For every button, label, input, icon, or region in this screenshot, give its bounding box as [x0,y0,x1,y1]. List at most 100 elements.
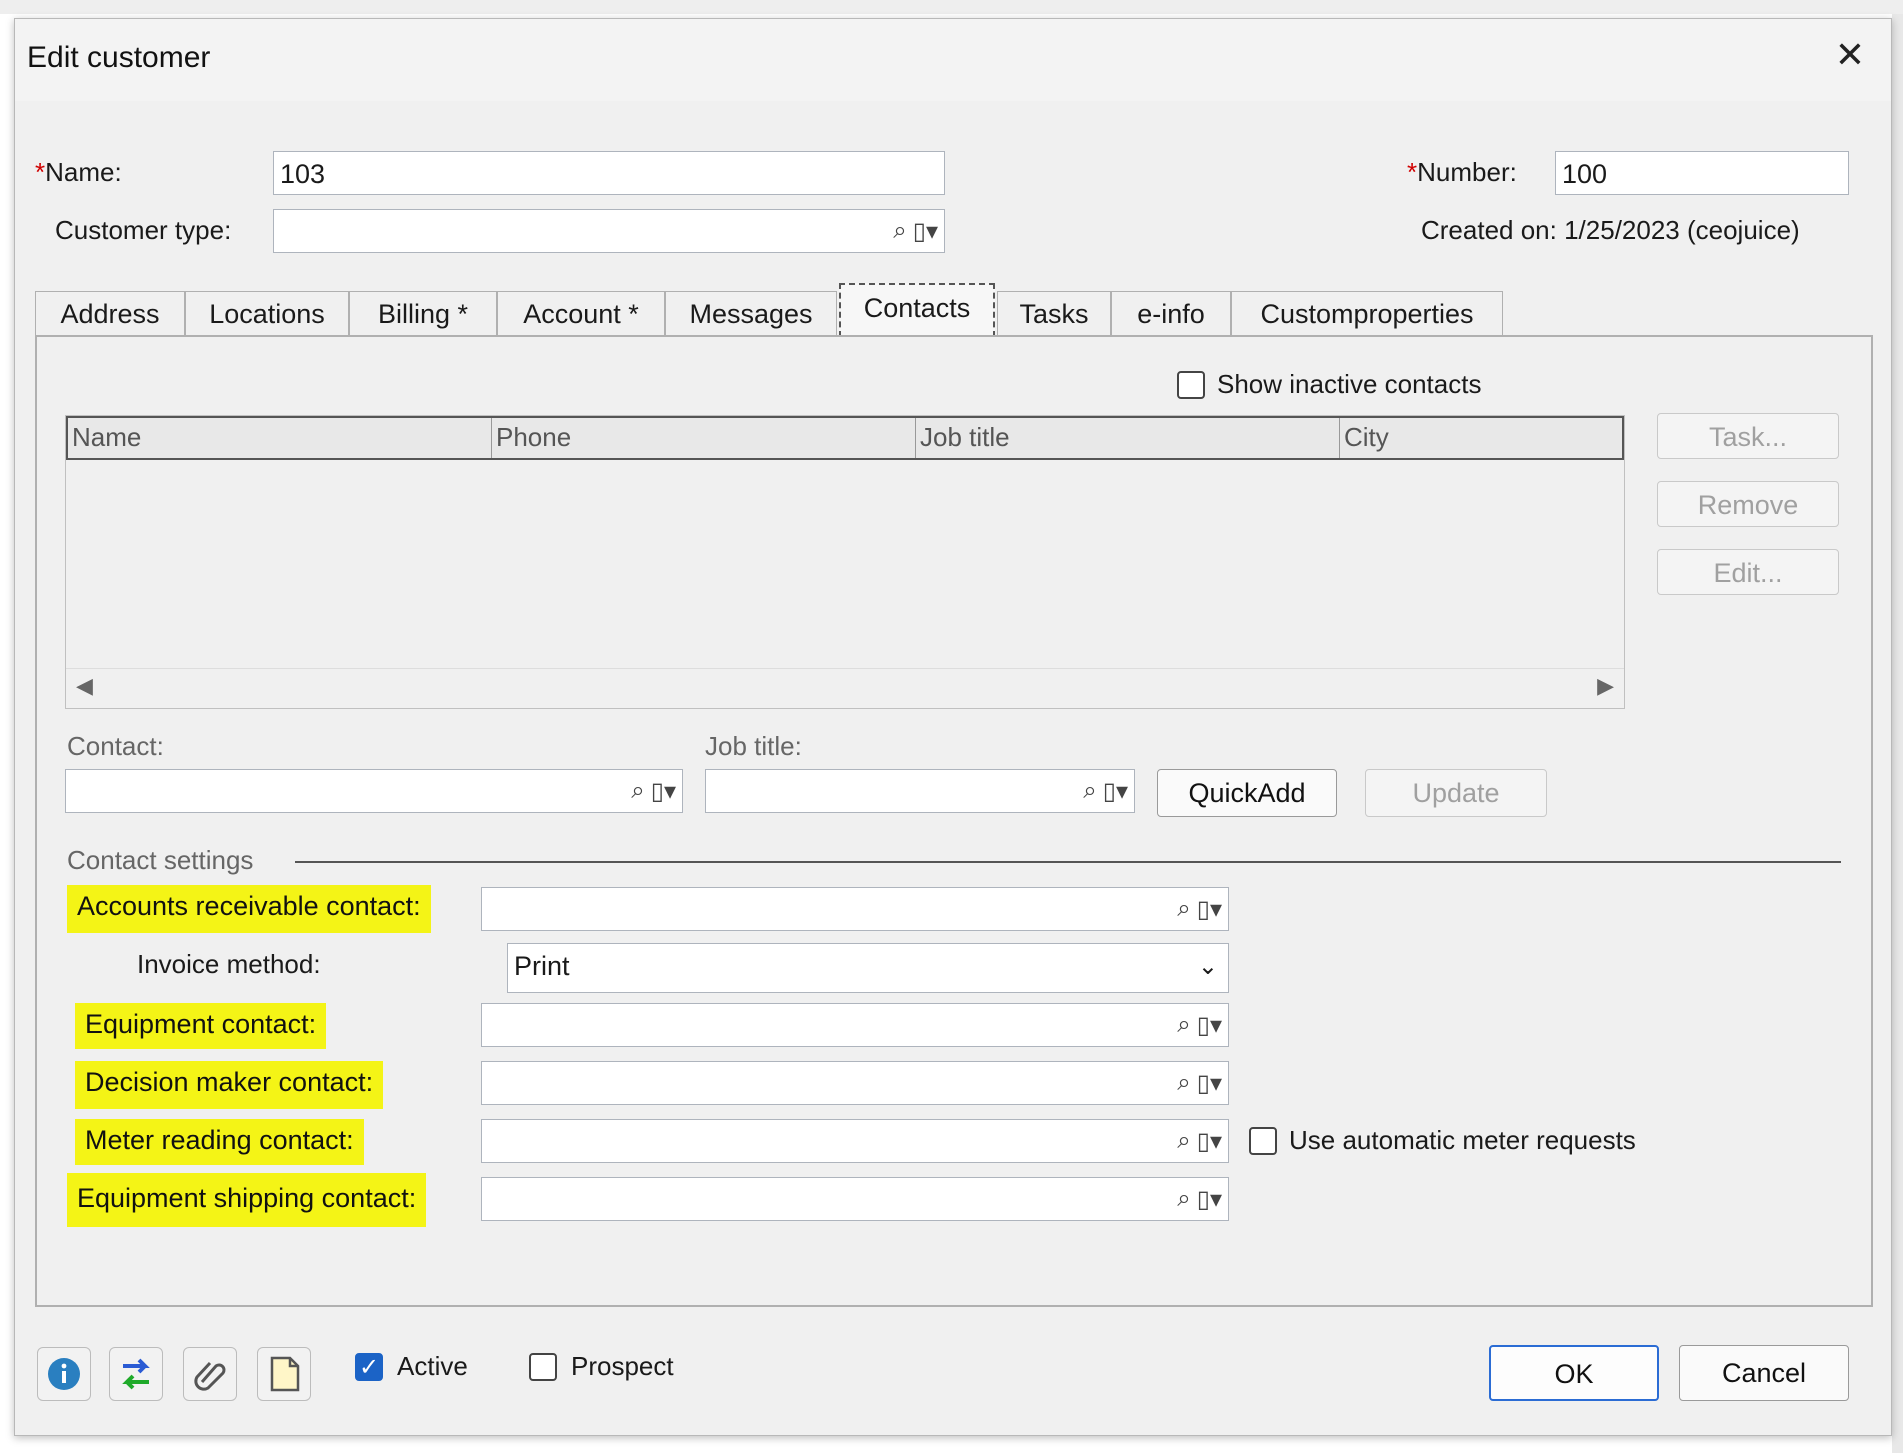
equipment-contact-actions: ⌕ ▯▾ [1177,1004,1222,1046]
info-icon [48,1358,80,1390]
equipment-contact-input[interactable]: ⌕ ▯▾ [481,1003,1229,1047]
cancel-button[interactable]: Cancel [1679,1345,1849,1401]
scroll-right-icon[interactable]: ▶ [1597,673,1614,699]
contact-lookup-icon[interactable]: ⌕ [1177,1069,1190,1097]
search-icon[interactable]: ⌕ [893,217,906,245]
contact-actions: ⌕ ▯▾ [631,770,676,812]
active-label: Active [397,1351,468,1381]
background-app [0,0,1903,14]
decision-maker-input[interactable]: ⌕ ▯▾ [481,1061,1229,1105]
transfer-button[interactable] [109,1347,163,1401]
search-icon[interactable]: ⌕ [631,777,644,805]
contacts-panel: Show inactive contacts Name Phone Job ti… [35,335,1873,1307]
number-input[interactable]: 100 [1555,151,1849,195]
info-button[interactable] [37,1347,91,1401]
name-label-text: Name: [45,157,122,187]
edit-customer-dialog: Edit customer ✕ *Name: 103 *Number: 100 … [14,18,1892,1436]
show-inactive-label: Show inactive contacts [1217,369,1482,399]
tab-customproperties[interactable]: Customproperties [1231,291,1503,335]
meter-reading-label: Meter reading contact: [75,1119,364,1165]
edit-button[interactable]: Edit... [1657,549,1839,595]
prospect-label: Prospect [571,1351,674,1381]
search-icon[interactable]: ⌕ [1083,777,1096,805]
equipment-contact-label: Equipment contact: [75,1003,327,1049]
task-button[interactable]: Task... [1657,413,1839,459]
close-icon[interactable]: ✕ [1835,37,1865,73]
active-checkbox[interactable]: ✓ [355,1353,383,1381]
quickadd-button[interactable]: QuickAdd [1157,769,1337,817]
contact-label: Contact: [67,731,164,761]
chevron-down-icon[interactable]: ⌄ [1198,952,1218,981]
invoice-method-select[interactable]: Print ⌄ [507,943,1229,993]
ok-button[interactable]: OK [1489,1345,1659,1401]
prospect-checkbox[interactable] [529,1353,557,1381]
job-title-input[interactable]: ⌕ ▯▾ [705,769,1135,813]
invoice-method-label: Invoice method: [137,949,321,979]
equipment-shipping-label: Equipment shipping contact: [67,1173,427,1227]
background-app-edge [1892,14,1903,1453]
horizontal-scrollbar[interactable]: ◀ ▶ [66,668,1624,708]
meter-reading-actions: ⌕ ▯▾ [1177,1120,1222,1162]
accounts-receivable-label: Accounts receivable contact: [67,885,431,933]
invoice-method-value: Print [514,951,570,981]
contact-settings-divider [295,861,1841,863]
dropdown-menu-icon[interactable]: ▯▾ [1197,895,1222,924]
number-label: *Number: [1407,157,1517,188]
created-on-text: Created on: 1/25/2023 (ceojuice) [1421,215,1800,245]
name-input[interactable]: 103 [273,151,945,195]
tab-tasks[interactable]: Tasks [997,291,1111,335]
tab-address[interactable]: Address [35,291,185,335]
number-label-text: Number: [1417,157,1517,187]
meter-reading-input[interactable]: ⌕ ▯▾ [481,1119,1229,1163]
dropdown-menu-icon[interactable]: ▯▾ [1103,777,1128,806]
column-header-job-title[interactable]: Job title [916,418,1340,458]
equipment-shipping-input[interactable]: ⌕ ▯▾ [481,1177,1229,1221]
number-required-mark: * [1407,157,1418,187]
job-title-label: Job title: [705,731,802,761]
grid-header: Name Phone Job title City [66,416,1624,460]
notes-button[interactable] [257,1347,311,1401]
contact-lookup-icon[interactable]: ⌕ [1177,1011,1190,1039]
dropdown-menu-icon[interactable]: ▯▾ [1197,1069,1222,1098]
dropdown-menu-icon[interactable]: ▯▾ [1197,1011,1222,1040]
tab-contacts[interactable]: Contacts [839,283,995,337]
contact-input[interactable]: ⌕ ▯▾ [65,769,683,813]
accounts-receivable-input[interactable]: ⌕ ▯▾ [481,887,1229,931]
dropdown-menu-icon[interactable]: ▯▾ [651,777,676,806]
remove-button[interactable]: Remove [1657,481,1839,527]
show-inactive-checkbox[interactable] [1177,371,1205,399]
tab-account[interactable]: Account * [497,291,665,335]
swap-arrows-icon [122,1358,150,1390]
job-title-actions: ⌕ ▯▾ [1083,770,1128,812]
dropdown-menu-icon[interactable]: ▯▾ [1197,1185,1222,1214]
tab-locations[interactable]: Locations [185,291,349,335]
decision-maker-actions: ⌕ ▯▾ [1177,1062,1222,1104]
document-icon [270,1356,300,1392]
column-header-name[interactable]: Name [68,418,492,458]
tab-e-info[interactable]: e-info [1111,291,1231,335]
auto-meter-checkbox[interactable] [1249,1127,1277,1155]
update-button[interactable]: Update [1365,769,1547,817]
customer-type-label: Customer type: [55,215,232,245]
customer-type-input[interactable]: ⌕ ▯▾ [273,209,945,253]
dropdown-menu-icon[interactable]: ▯▾ [1197,1127,1222,1156]
customer-type-actions: ⌕ ▯▾ [893,210,938,252]
contact-settings-heading: Contact settings [67,845,254,875]
equipment-shipping-actions: ⌕ ▯▾ [1177,1178,1222,1220]
dialog-title: Edit customer [27,41,211,74]
column-header-city[interactable]: City [1340,418,1622,458]
contact-lookup-icon[interactable]: ⌕ [1177,895,1190,923]
name-required-mark: * [35,157,46,187]
accounts-receivable-actions: ⌕ ▯▾ [1177,888,1222,930]
attachments-button[interactable] [183,1347,237,1401]
tab-billing[interactable]: Billing * [349,291,497,335]
dropdown-menu-icon[interactable]: ▯▾ [913,217,938,246]
column-header-phone[interactable]: Phone [492,418,916,458]
tab-messages[interactable]: Messages [665,291,837,335]
contact-lookup-icon[interactable]: ⌕ [1177,1127,1190,1155]
auto-meter-label: Use automatic meter requests [1289,1125,1636,1155]
scroll-left-icon[interactable]: ◀ [76,673,93,699]
contacts-grid[interactable]: Name Phone Job title City ◀ ▶ [65,415,1625,709]
name-label: *Name: [35,157,122,188]
contact-lookup-icon[interactable]: ⌕ [1177,1185,1190,1213]
